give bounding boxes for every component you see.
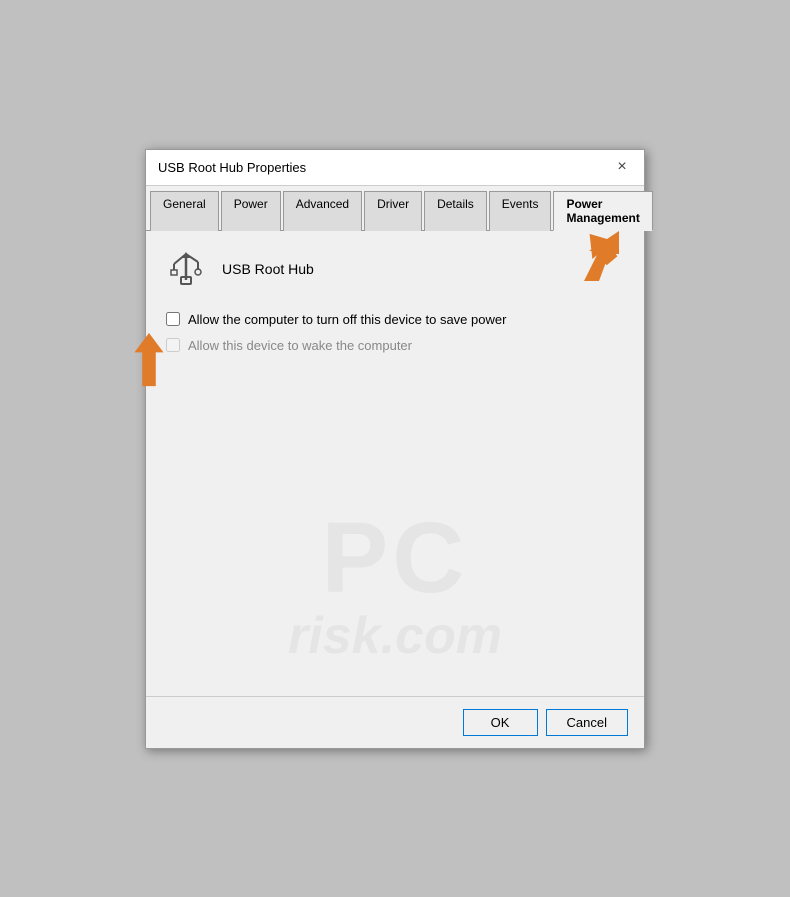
title-bar: USB Root Hub Properties × (146, 150, 644, 186)
tab-bar: General Power Advanced Driver Details Ev… (146, 186, 644, 231)
window-title: USB Root Hub Properties (158, 160, 306, 175)
tab-power[interactable]: Power (221, 191, 281, 231)
usb-icon (162, 251, 210, 287)
allow-wake-label[interactable]: Allow this device to wake the computer (188, 337, 412, 355)
dialog-window: USB Root Hub Properties × General Power … (145, 149, 645, 749)
options-section: Allow the computer to turn off this devi… (162, 311, 628, 355)
device-header: USB Root Hub (162, 251, 628, 287)
tab-general[interactable]: General (150, 191, 219, 231)
allow-turn-off-label[interactable]: Allow the computer to turn off this devi… (188, 311, 506, 329)
allow-turn-off-row: Allow the computer to turn off this devi… (166, 311, 628, 329)
ok-button[interactable]: OK (463, 709, 538, 736)
arrow-wake-icon (124, 333, 174, 391)
watermark-risk: risk.com (146, 606, 644, 666)
device-name-label: USB Root Hub (222, 261, 314, 277)
allow-turn-off-checkbox[interactable] (166, 312, 180, 326)
tab-advanced[interactable]: Advanced (283, 191, 362, 231)
cancel-button[interactable]: Cancel (546, 709, 628, 736)
close-button[interactable]: × (612, 157, 632, 177)
tab-driver[interactable]: Driver (364, 191, 422, 231)
content-area: USB Root Hub Allow the computer to turn … (146, 231, 644, 696)
usb-symbol-icon (164, 252, 208, 286)
dialog-footer: OK Cancel (146, 696, 644, 748)
allow-wake-row: Allow this device to wake the computer (166, 337, 628, 355)
tab-events[interactable]: Events (489, 191, 552, 231)
tab-power-management[interactable]: Power Management (553, 191, 652, 231)
tab-details[interactable]: Details (424, 191, 487, 231)
watermark-pc: PC (146, 501, 644, 616)
arrow-power-management-icon (564, 226, 624, 286)
